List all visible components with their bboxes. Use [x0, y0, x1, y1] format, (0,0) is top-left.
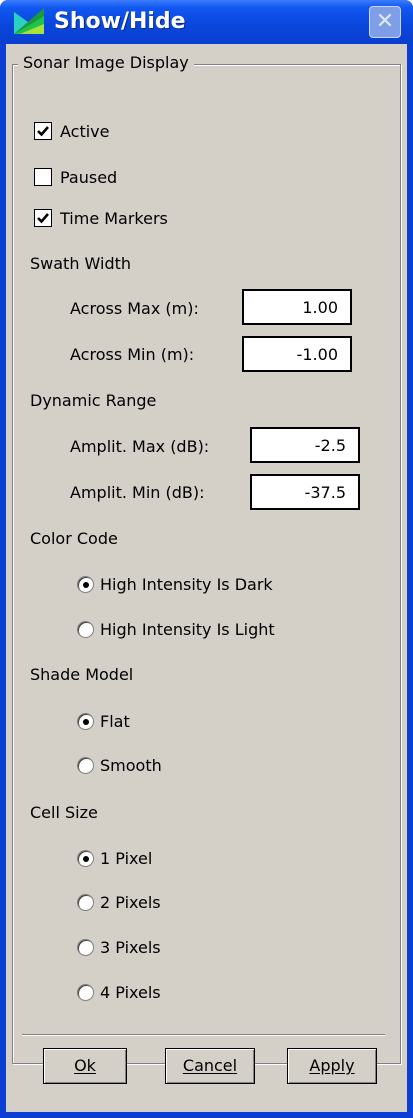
cancel-button[interactable]: Cancel	[165, 1048, 255, 1084]
ok-button[interactable]: Ok	[43, 1048, 127, 1084]
checkmark-icon	[37, 126, 49, 137]
flat-radio[interactable]	[77, 713, 94, 730]
across-max-label: Across Max (m):	[70, 299, 199, 318]
swath-width-heading: Swath Width	[30, 254, 132, 273]
high-intensity-light-radio[interactable]	[77, 621, 94, 638]
cancel-button-label: Cancel	[182, 1056, 238, 1075]
color-code-heading: Color Code	[30, 529, 118, 548]
cell-size-4-radio[interactable]	[77, 984, 94, 1001]
cell-size-3-label[interactable]: 3 Pixels	[100, 937, 161, 959]
across-min-label: Across Min (m):	[70, 345, 195, 364]
app-icon	[14, 8, 44, 34]
paused-checkbox[interactable]	[34, 168, 52, 186]
cell-size-heading: Cell Size	[30, 803, 98, 822]
high-intensity-dark-radio[interactable]	[77, 576, 94, 593]
time-markers-checkbox[interactable]	[34, 209, 52, 227]
button-separator	[22, 1034, 385, 1036]
checkmark-icon	[37, 213, 49, 224]
radio-selected-dot	[83, 719, 89, 725]
amplit-min-label: Amplit. Min (dB):	[70, 483, 205, 502]
active-label[interactable]: Active	[60, 121, 110, 143]
apply-button[interactable]: Apply	[287, 1048, 377, 1084]
amplit-max-label: Amplit. Max (dB):	[70, 437, 210, 456]
smooth-radio[interactable]	[77, 757, 94, 774]
active-checkbox[interactable]	[34, 122, 52, 140]
radio-selected-dot	[83, 582, 89, 588]
window-title: Show/Hide	[54, 9, 186, 34]
dynamic-range-heading: Dynamic Range	[30, 391, 157, 410]
amplit-min-input[interactable]	[250, 474, 360, 510]
cell-size-2-radio[interactable]	[77, 894, 94, 911]
high-intensity-light-label[interactable]: High Intensity Is Light	[100, 619, 275, 641]
cell-size-1-label[interactable]: 1 Pixel	[100, 848, 152, 870]
apply-button-label: Apply	[309, 1056, 355, 1075]
dialog-window: Show/Hide ✕ Sonar Image Display Active P…	[0, 0, 413, 1118]
paused-label[interactable]: Paused	[60, 167, 117, 189]
ok-button-label: Ok	[74, 1056, 96, 1075]
flat-label[interactable]: Flat	[100, 711, 130, 733]
time-markers-label[interactable]: Time Markers	[60, 208, 168, 230]
dialog-body: Sonar Image Display Active Paused Time M…	[6, 44, 407, 1112]
cell-size-1-radio[interactable]	[77, 850, 94, 867]
title-bar[interactable]: Show/Hide ✕	[0, 0, 413, 44]
smooth-label[interactable]: Smooth	[100, 755, 162, 777]
group-title: Sonar Image Display	[18, 52, 194, 74]
cell-size-4-label[interactable]: 4 Pixels	[100, 982, 161, 1004]
across-min-input[interactable]	[242, 336, 352, 372]
close-icon: ✕	[375, 9, 395, 34]
cell-size-3-radio[interactable]	[77, 939, 94, 956]
high-intensity-dark-label[interactable]: High Intensity Is Dark	[100, 574, 273, 596]
across-max-input[interactable]	[242, 289, 352, 325]
amplit-max-input[interactable]	[250, 427, 360, 463]
cell-size-2-label[interactable]: 2 Pixels	[100, 892, 161, 914]
radio-selected-dot	[83, 856, 89, 862]
shade-model-heading: Shade Model	[30, 665, 134, 684]
close-button[interactable]: ✕	[369, 6, 401, 38]
